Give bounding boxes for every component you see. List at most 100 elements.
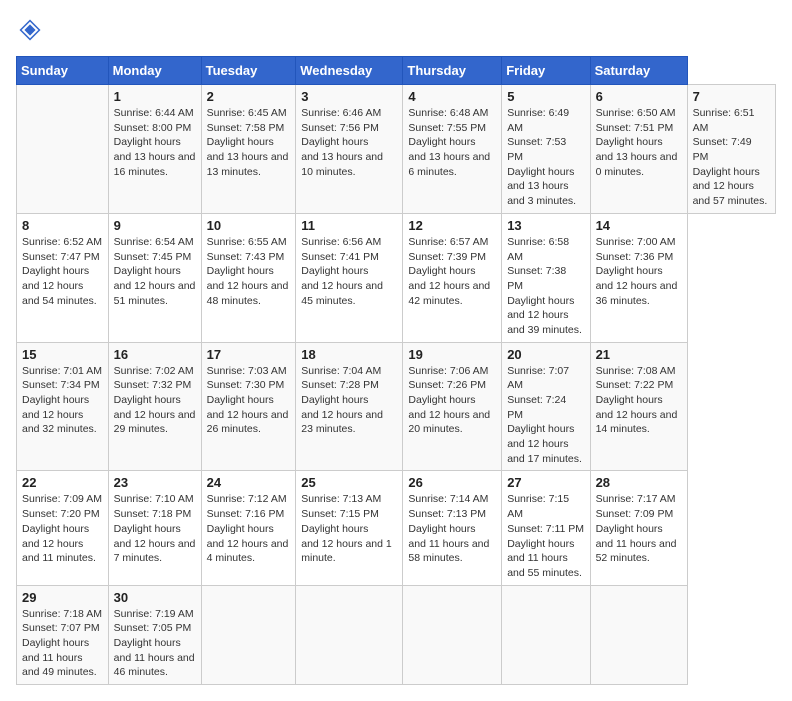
day-cell-16: 16 Sunrise: 7:02 AMSunset: 7:32 PMDaylig… [108,342,201,471]
day-number: 14 [596,218,682,233]
day-number: 20 [507,347,584,362]
day-cell-23: 23 Sunrise: 7:10 AMSunset: 7:18 PMDaylig… [108,471,201,585]
day-number: 29 [22,590,103,605]
empty-cell [17,85,109,214]
day-cell-21: 21 Sunrise: 7:08 AMSunset: 7:22 PMDaylig… [590,342,687,471]
day-cell-18: 18 Sunrise: 7:04 AMSunset: 7:28 PMDaylig… [296,342,403,471]
day-number: 15 [22,347,103,362]
day-cell-8: 8 Sunrise: 6:52 AMSunset: 7:47 PMDayligh… [17,213,109,342]
day-cell-3: 3 Sunrise: 6:46 AMSunset: 7:56 PMDayligh… [296,85,403,214]
day-cell-7: 7 Sunrise: 6:51 AMSunset: 7:49 PMDayligh… [687,85,775,214]
logo-icon [16,16,44,44]
day-cell-22: 22 Sunrise: 7:09 AMSunset: 7:20 PMDaylig… [17,471,109,585]
page-header [16,16,776,44]
day-number: 4 [408,89,496,104]
day-info: Sunrise: 6:56 AMSunset: 7:41 PMDaylight … [301,236,383,307]
day-info: Sunrise: 6:45 AMSunset: 7:58 PMDaylight … [207,107,289,178]
week-row-1: 1 Sunrise: 6:44 AMSunset: 8:00 PMDayligh… [17,85,776,214]
day-cell-1: 1 Sunrise: 6:44 AMSunset: 8:00 PMDayligh… [108,85,201,214]
day-number: 18 [301,347,397,362]
day-cell-14: 14 Sunrise: 7:00 AMSunset: 7:36 PMDaylig… [590,213,687,342]
col-header-thursday: Thursday [403,57,502,85]
col-header-tuesday: Tuesday [201,57,296,85]
logo [16,16,48,44]
day-info: Sunrise: 7:15 AMSunset: 7:11 PMDaylight … [507,493,584,578]
day-info: Sunrise: 7:04 AMSunset: 7:28 PMDaylight … [301,365,383,436]
day-number: 7 [693,89,770,104]
day-info: Sunrise: 7:13 AMSunset: 7:15 PMDaylight … [301,493,392,564]
day-number: 23 [114,475,196,490]
day-info: Sunrise: 6:48 AMSunset: 7:55 PMDaylight … [408,107,490,178]
day-info: Sunrise: 7:14 AMSunset: 7:13 PMDaylight … [408,493,489,564]
col-header-sunday: Sunday [17,57,109,85]
empty-cell [502,585,590,684]
day-number: 12 [408,218,496,233]
day-cell-25: 25 Sunrise: 7:13 AMSunset: 7:15 PMDaylig… [296,471,403,585]
empty-cell [403,585,502,684]
col-header-friday: Friday [502,57,590,85]
day-info: Sunrise: 7:17 AMSunset: 7:09 PMDaylight … [596,493,677,564]
day-number: 28 [596,475,682,490]
day-number: 5 [507,89,584,104]
day-info: Sunrise: 7:18 AMSunset: 7:07 PMDaylight … [22,608,102,679]
day-info: Sunrise: 6:46 AMSunset: 7:56 PMDaylight … [301,107,383,178]
day-info: Sunrise: 7:03 AMSunset: 7:30 PMDaylight … [207,365,289,436]
day-info: Sunrise: 6:49 AMSunset: 7:53 PMDaylight … [507,107,576,207]
week-row-5: 29 Sunrise: 7:18 AMSunset: 7:07 PMDaylig… [17,585,776,684]
day-cell-4: 4 Sunrise: 6:48 AMSunset: 7:55 PMDayligh… [403,85,502,214]
col-header-wednesday: Wednesday [296,57,403,85]
day-info: Sunrise: 6:52 AMSunset: 7:47 PMDaylight … [22,236,102,307]
day-cell-12: 12 Sunrise: 6:57 AMSunset: 7:39 PMDaylig… [403,213,502,342]
day-cell-17: 17 Sunrise: 7:03 AMSunset: 7:30 PMDaylig… [201,342,296,471]
day-number: 8 [22,218,103,233]
day-info: Sunrise: 7:01 AMSunset: 7:34 PMDaylight … [22,365,102,436]
day-number: 10 [207,218,291,233]
day-number: 19 [408,347,496,362]
empty-cell [296,585,403,684]
day-cell-2: 2 Sunrise: 6:45 AMSunset: 7:58 PMDayligh… [201,85,296,214]
day-info: Sunrise: 7:08 AMSunset: 7:22 PMDaylight … [596,365,678,436]
day-cell-24: 24 Sunrise: 7:12 AMSunset: 7:16 PMDaylig… [201,471,296,585]
day-info: Sunrise: 6:57 AMSunset: 7:39 PMDaylight … [408,236,490,307]
day-info: Sunrise: 7:02 AMSunset: 7:32 PMDaylight … [114,365,196,436]
calendar-table: SundayMondayTuesdayWednesdayThursdayFrid… [16,56,776,685]
day-info: Sunrise: 7:12 AMSunset: 7:16 PMDaylight … [207,493,289,564]
day-number: 1 [114,89,196,104]
day-cell-27: 27 Sunrise: 7:15 AMSunset: 7:11 PMDaylig… [502,471,590,585]
day-cell-15: 15 Sunrise: 7:01 AMSunset: 7:34 PMDaylig… [17,342,109,471]
day-cell-19: 19 Sunrise: 7:06 AMSunset: 7:26 PMDaylig… [403,342,502,471]
day-cell-5: 5 Sunrise: 6:49 AMSunset: 7:53 PMDayligh… [502,85,590,214]
day-info: Sunrise: 7:19 AMSunset: 7:05 PMDaylight … [114,608,195,679]
day-info: Sunrise: 6:51 AMSunset: 7:49 PMDaylight … [693,107,768,207]
day-info: Sunrise: 6:54 AMSunset: 7:45 PMDaylight … [114,236,196,307]
day-number: 6 [596,89,682,104]
week-row-4: 22 Sunrise: 7:09 AMSunset: 7:20 PMDaylig… [17,471,776,585]
day-info: Sunrise: 7:06 AMSunset: 7:26 PMDaylight … [408,365,490,436]
day-number: 27 [507,475,584,490]
day-number: 3 [301,89,397,104]
day-number: 11 [301,218,397,233]
day-cell-20: 20 Sunrise: 7:07 AMSunset: 7:24 PMDaylig… [502,342,590,471]
day-number: 16 [114,347,196,362]
day-info: Sunrise: 7:07 AMSunset: 7:24 PMDaylight … [507,365,582,465]
day-cell-30: 30 Sunrise: 7:19 AMSunset: 7:05 PMDaylig… [108,585,201,684]
week-row-2: 8 Sunrise: 6:52 AMSunset: 7:47 PMDayligh… [17,213,776,342]
day-info: Sunrise: 6:50 AMSunset: 7:51 PMDaylight … [596,107,678,178]
day-number: 13 [507,218,584,233]
day-number: 24 [207,475,291,490]
week-row-3: 15 Sunrise: 7:01 AMSunset: 7:34 PMDaylig… [17,342,776,471]
day-info: Sunrise: 7:10 AMSunset: 7:18 PMDaylight … [114,493,196,564]
day-number: 26 [408,475,496,490]
col-header-saturday: Saturday [590,57,687,85]
day-cell-9: 9 Sunrise: 6:54 AMSunset: 7:45 PMDayligh… [108,213,201,342]
day-number: 22 [22,475,103,490]
day-number: 25 [301,475,397,490]
day-cell-13: 13 Sunrise: 6:58 AMSunset: 7:38 PMDaylig… [502,213,590,342]
day-number: 30 [114,590,196,605]
day-info: Sunrise: 6:55 AMSunset: 7:43 PMDaylight … [207,236,289,307]
day-number: 17 [207,347,291,362]
col-header-monday: Monday [108,57,201,85]
empty-cell [201,585,296,684]
day-info: Sunrise: 6:58 AMSunset: 7:38 PMDaylight … [507,236,582,336]
day-cell-28: 28 Sunrise: 7:17 AMSunset: 7:09 PMDaylig… [590,471,687,585]
